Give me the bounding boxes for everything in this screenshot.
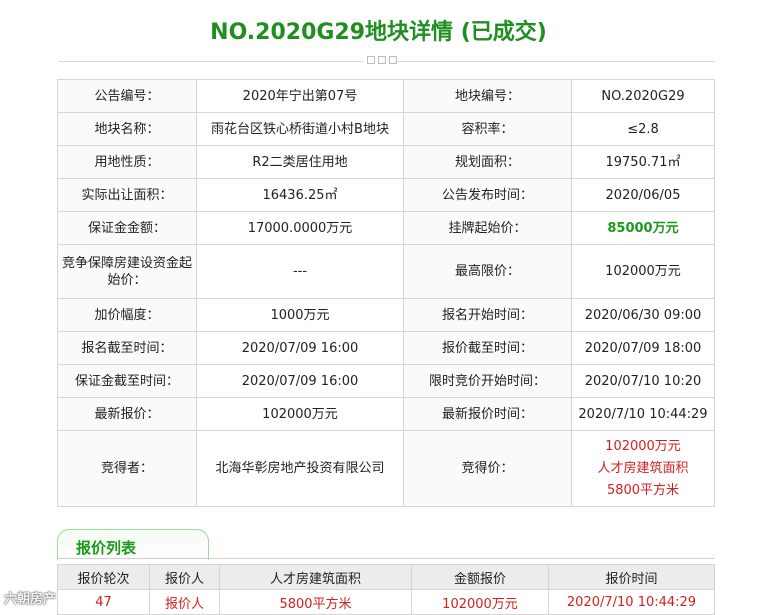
detail-row: 用地性质： R2二类居住用地 规划面积： 19750.71㎡ <box>57 145 715 179</box>
label-latest-bid-time: 最新报价时间： <box>403 397 572 431</box>
label-winner: 竞得者： <box>57 430 197 507</box>
value-land-use: R2二类居住用地 <box>196 145 404 179</box>
header-talent-housing-area: 人才房建筑面积 <box>219 564 412 590</box>
value-price-cap: 102000万元 <box>571 244 715 299</box>
label-parcel-no: 地块编号： <box>403 79 572 113</box>
label-registration-deadline: 报名截至时间： <box>57 331 197 365</box>
detail-row: 实际出让面积： 16436.25㎡ 公告发布时间： 2020/06/05 <box>57 178 715 212</box>
value-timed-bidding-start: 2020/07/10 10:20 <box>571 364 715 398</box>
bid-list-divider <box>57 558 714 559</box>
detail-row: 地块名称： 雨花台区铁心桥街道小村B地块 容积率： ≤2.8 <box>57 112 715 146</box>
label-actual-area: 实际出让面积： <box>57 178 197 212</box>
header-round: 报价轮次 <box>57 564 150 590</box>
label-price-cap: 最高限价： <box>403 244 572 299</box>
value-registration-start: 2020/06/30 09:00 <box>571 298 715 332</box>
winning-price-amount: 102000万元 <box>605 438 681 454</box>
title-divider-left <box>58 61 363 62</box>
detail-row: 公告编号： 2020年宁出第07号 地块编号： NO.2020G29 <box>57 79 715 113</box>
label-bid-deadline: 报价截至时间： <box>403 331 572 365</box>
header-bid-time: 报价时间 <box>548 564 715 590</box>
value-deposit: 17000.0000万元 <box>196 211 404 245</box>
detail-row: 竞争保障房建设资金起始价： --- 最高限价： 102000万元 <box>57 244 715 299</box>
detail-row: 加价幅度： 1000万元 报名开始时间： 2020/06/30 09:00 <box>57 298 715 332</box>
value-parcel-name: 雨花台区铁心桥街道小村B地块 <box>196 112 404 146</box>
value-increment: 1000万元 <box>196 298 404 332</box>
header-bidder: 报价人 <box>149 564 220 590</box>
label-publish-time: 公告发布时间： <box>403 178 572 212</box>
bid-list-table: 报价轮次 报价人 人才房建筑面积 金额报价 报价时间 47 报价人 5800平方… <box>57 564 715 615</box>
detail-row: 保证金金额： 17000.0000万元 挂牌起始价： 85000万元 <box>57 211 715 245</box>
label-timed-bidding-start: 限时竞价开始时间： <box>403 364 572 398</box>
label-increment: 加价幅度： <box>57 298 197 332</box>
label-land-use: 用地性质： <box>57 145 197 179</box>
label-deposit-deadline: 保证金截至时间： <box>57 364 197 398</box>
bid-list-tab-label[interactable]: 报价列表 <box>76 537 136 558</box>
label-announcement-no: 公告编号： <box>57 79 197 113</box>
label-winning-price: 竞得价： <box>403 430 572 507</box>
value-winning-price: 102000万元 人才房建筑面积 5800平方米 <box>571 430 715 507</box>
page-title: NO.2020G29地块详情 (已成交) <box>210 20 547 45</box>
label-latest-bid: 最新报价： <box>57 397 197 431</box>
label-registration-start: 报名开始时间： <box>403 298 572 332</box>
value-plot-ratio: ≤2.8 <box>571 112 715 146</box>
label-deposit: 保证金金额： <box>57 211 197 245</box>
watermark-logo: 六朝房产 <box>4 592 57 607</box>
title-divider-right <box>395 61 715 62</box>
value-latest-bid: 102000万元 <box>196 397 404 431</box>
parcel-detail-table: 公告编号： 2020年宁出第07号 地块编号： NO.2020G29 地块名称：… <box>57 79 715 507</box>
value-starting-price: 85000万元 <box>571 211 715 245</box>
value-deposit-deadline: 2020/07/09 16:00 <box>196 364 404 398</box>
winning-price-area-value: 5800平方米 <box>606 482 680 498</box>
header-amount: 金额报价 <box>411 564 549 590</box>
value-publish-time: 2020/06/05 <box>571 178 715 212</box>
value-parcel-no: NO.2020G29 <box>571 79 715 113</box>
bid-list-header-row: 报价轮次 报价人 人才房建筑面积 金额报价 报价时间 <box>57 564 715 590</box>
detail-row: 竞得者： 北海华彰房地产投资有限公司 竞得价： 102000万元 人才房建筑面积… <box>57 430 715 507</box>
detail-row: 报名截至时间： 2020/07/09 16:00 报价截至时间： 2020/07… <box>57 331 715 365</box>
detail-row: 最新报价： 102000万元 最新报价时间： 2020/7/10 10:44:2… <box>57 397 715 431</box>
label-housing-fund-start: 竞争保障房建设资金起始价： <box>57 244 197 299</box>
label-planned-area: 规划面积： <box>403 145 572 179</box>
detail-row: 保证金截至时间： 2020/07/09 16:00 限时竞价开始时间： 2020… <box>57 364 715 398</box>
value-latest-bid-time: 2020/7/10 10:44:29 <box>571 397 715 431</box>
title-divider-ornament <box>367 56 397 64</box>
value-planned-area: 19750.71㎡ <box>571 145 715 179</box>
value-housing-fund-start: --- <box>196 244 404 299</box>
label-plot-ratio: 容积率： <box>403 112 572 146</box>
label-starting-price: 挂牌起始价： <box>403 211 572 245</box>
value-actual-area: 16436.25㎡ <box>196 178 404 212</box>
value-winner: 北海华彰房地产投资有限公司 <box>196 430 404 507</box>
value-announcement-no: 2020年宁出第07号 <box>196 79 404 113</box>
value-registration-deadline: 2020/07/09 16:00 <box>196 331 404 365</box>
label-parcel-name: 地块名称： <box>57 112 197 146</box>
value-bid-deadline: 2020/07/09 18:00 <box>571 331 715 365</box>
winning-price-area-label: 人才房建筑面积 <box>597 460 689 476</box>
